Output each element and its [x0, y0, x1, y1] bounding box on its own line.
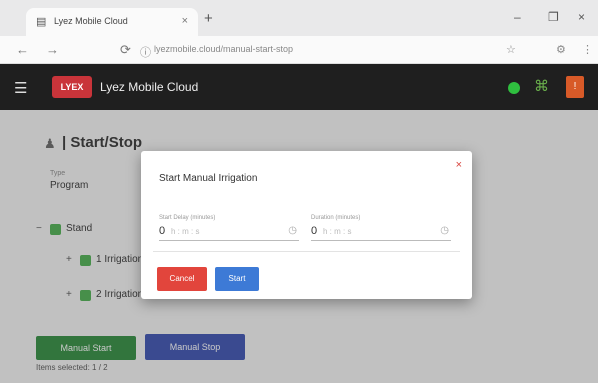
menu-icon[interactable]: ☰ [14, 79, 27, 97]
bookmark-star-icon[interactable]: ☆ [506, 43, 516, 56]
field-value: 0 [311, 225, 318, 237]
close-icon[interactable]: × [456, 159, 462, 171]
duration-field[interactable]: Duration (minutes) 0 h : m : s ◷ [311, 215, 451, 241]
start-manual-dialog: × Start Manual Irrigation Start Delay (m… [141, 151, 472, 299]
back-icon[interactable]: ← [16, 42, 29, 57]
reload-icon[interactable]: ⟳ [120, 42, 131, 58]
network-icon[interactable]: ⌘ [534, 77, 549, 95]
cancel-button[interactable]: Cancel [157, 267, 207, 291]
app-logo: LYEX [52, 76, 92, 98]
start-delay-field[interactable]: Start Delay (minutes) 0 h : m : s ◷ [159, 215, 299, 241]
field-label: Duration (minutes) [311, 215, 361, 221]
alert-icon[interactable]: ! [566, 76, 584, 98]
app-title: Lyez Mobile Cloud [100, 80, 199, 94]
divider [153, 251, 460, 252]
forward-icon[interactable]: → [46, 42, 59, 57]
tab-title: Lyez Mobile Cloud [54, 16, 128, 26]
clock-icon[interactable]: ◷ [288, 225, 297, 236]
dialog-title: Start Manual Irrigation [159, 173, 258, 184]
new-tab-button[interactable]: + [204, 10, 213, 27]
field-label: Start Delay (minutes) [159, 215, 216, 221]
field-value: 0 [159, 225, 166, 237]
field-placeholder: h : m : s [323, 227, 352, 236]
browser-tabbar: ▤ Lyez Mobile Cloud × + – ❐ × [0, 0, 598, 36]
maximize-icon[interactable]: ❐ [548, 10, 559, 24]
url-text: lyezmobile.cloud/manual-start-stop [154, 44, 294, 54]
start-button[interactable]: Start [215, 267, 259, 291]
extensions-icon[interactable]: ⚙ [556, 43, 566, 56]
tab-close-icon[interactable]: × [182, 15, 188, 27]
browser-menu-icon[interactable]: ⋮ [582, 43, 593, 56]
close-window-icon[interactable]: × [578, 10, 585, 24]
page-icon: ▤ [36, 16, 47, 28]
connection-status-icon [508, 82, 520, 94]
url-input[interactable]: ⓘ lyezmobile.cloud/manual-start-stop [140, 41, 380, 59]
clock-icon[interactable]: ◷ [440, 225, 449, 236]
field-placeholder: h : m : s [171, 227, 200, 236]
browser-tab[interactable]: ▤ Lyez Mobile Cloud × [26, 8, 198, 36]
minimize-icon[interactable]: – [514, 10, 521, 24]
site-info-icon[interactable]: ⓘ [140, 44, 151, 60]
browser-addressbar: ← → ⟳ ⓘ lyezmobile.cloud/manual-start-st… [0, 36, 598, 64]
app-header: ☰ LYEX Lyez Mobile Cloud ⌘ ! [0, 64, 598, 110]
